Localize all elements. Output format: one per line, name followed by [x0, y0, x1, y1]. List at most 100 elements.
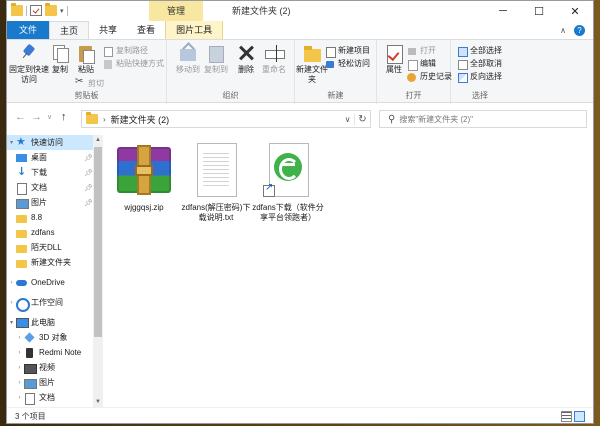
cut-button[interactable]: 剪切 [75, 76, 104, 89]
scroll-up-icon[interactable]: ▲ [93, 137, 103, 143]
nav-documents-pc[interactable]: › 文档 [7, 390, 103, 405]
manage-context-header: 管理 [149, 1, 203, 21]
nav-pictures[interactable]: 图片 📌︎ [7, 195, 103, 210]
select-none-button[interactable]: 全部取消 [457, 58, 502, 70]
nav-downloads[interactable]: 下载 📌︎ [7, 165, 103, 180]
maximize-button[interactable]: ☐ [521, 1, 557, 21]
nav-pictures-pc[interactable]: › 图片 [7, 375, 103, 390]
star-icon [16, 135, 27, 148]
easy-access-button[interactable]: 轻松访问 [325, 58, 370, 69]
address-bar[interactable]: › 新建文件夹 (2) ∨ ↻ [81, 110, 371, 128]
folder-icon [16, 243, 27, 253]
up-button[interactable]: ↑ [61, 111, 67, 123]
organize-group: 移动到 复制到 删除 重命名 组织 [167, 40, 295, 104]
tab-file[interactable]: 文件 [7, 21, 50, 39]
expand-arrow-icon[interactable]: › [15, 395, 24, 401]
open-button[interactable]: 打开 [407, 45, 436, 56]
refresh-icon[interactable]: ↻ [354, 113, 370, 125]
close-button[interactable]: ✕ [557, 1, 593, 21]
tab-picture-tools[interactable]: 图片工具 [165, 21, 224, 39]
minimize-button[interactable]: ─ [485, 1, 521, 21]
history-button[interactable]: 历史记录 [407, 71, 452, 82]
paste-shortcut-button[interactable]: 粘贴快捷方式 [103, 58, 164, 69]
breadcrumb[interactable]: 新建文件夹 (2) [111, 113, 170, 126]
ribbon-tabs: 文件 主页 共享 查看 图片工具 ∧ ? [7, 21, 593, 39]
nav-videos[interactable]: › 视频 [7, 360, 103, 375]
shortcut-arrow-icon [263, 183, 275, 197]
expand-arrow-icon[interactable]: › [15, 365, 24, 371]
move-to-icon [178, 43, 198, 63]
pin-icon [19, 43, 39, 63]
nav-onedrive[interactable]: › OneDrive [7, 275, 103, 290]
nav-workspace[interactable]: › 工作空间 [7, 295, 103, 312]
search-icon: ⚲ [388, 113, 396, 125]
copy-path-button[interactable]: 复制路径 [103, 45, 148, 57]
copy-to-button[interactable]: 复制到 [199, 43, 233, 75]
new-item-button[interactable]: 新建项目 [325, 45, 370, 58]
folder-icon [16, 258, 27, 268]
address-dropdown-icon[interactable]: ∨ [340, 114, 354, 124]
nav-folder-8-8[interactable]: 8.8 [7, 210, 103, 225]
large-icons-view-icon[interactable] [574, 411, 585, 422]
new-folder-qat-icon[interactable] [45, 3, 57, 16]
nav-quick-access[interactable]: ▾ 快速访问 [7, 135, 103, 150]
properties-icon [384, 43, 404, 64]
edit-icon [407, 59, 418, 71]
pinned-icon: 📌︎ [84, 184, 93, 192]
winrar-archive-icon [115, 141, 173, 199]
workspace-icon [16, 297, 30, 312]
invert-selection-button[interactable]: 反向选择 [457, 71, 502, 83]
nav-desktop[interactable]: 桌面 📌︎ [7, 150, 103, 165]
properties-button[interactable]: 属性 [377, 43, 411, 75]
select-all-icon [457, 46, 468, 57]
tab-share[interactable]: 共享 [89, 21, 127, 39]
window-title: 新建文件夹 (2) [232, 6, 291, 16]
help-icon[interactable]: ? [574, 24, 585, 36]
paste-shortcut-icon [103, 59, 113, 69]
nav-redmi-note[interactable]: › Redmi Note [7, 345, 103, 360]
collapse-arrow-icon[interactable]: ▾ [7, 319, 16, 326]
expand-arrow-icon[interactable]: › [15, 350, 24, 356]
expand-arrow-icon[interactable]: › [15, 380, 24, 386]
collapse-ribbon-icon[interactable]: ∧ [560, 26, 566, 35]
expand-arrow-icon[interactable]: › [7, 280, 16, 286]
expand-arrow-icon[interactable]: › [15, 335, 24, 341]
nav-folder-zdfans[interactable]: zdfans [7, 225, 103, 240]
nav-this-pc[interactable]: ▾ 此电脑 [7, 315, 103, 330]
paste-button[interactable]: 粘贴 [69, 43, 103, 75]
nav-3d-objects[interactable]: › 3D 对象 [7, 330, 103, 345]
file-item[interactable]: zdfans(解压密码)下载说明.txt [179, 141, 253, 223]
tab-home[interactable]: 主页 [49, 21, 90, 39]
nav-scrollbar[interactable]: ▲ ▼ [93, 135, 103, 407]
file-item[interactable]: zdfans下载（软件分享平台领跑者） [251, 141, 325, 223]
scrollbar-thumb[interactable] [94, 147, 102, 337]
easy-access-icon [325, 59, 335, 69]
edit-button[interactable]: 编辑 [407, 58, 436, 71]
file-item[interactable]: wjggqsj.zip [107, 141, 181, 213]
details-view-icon[interactable] [561, 411, 572, 422]
qat-dropdown-icon[interactable]: ▾ [60, 7, 64, 15]
tab-view[interactable]: 查看 [127, 21, 165, 39]
search-box[interactable]: ⚲ [379, 110, 587, 128]
new-group-label: 新建 [327, 91, 344, 100]
forward-button[interactable]: → [31, 111, 42, 123]
rename-button[interactable]: 重命名 [257, 43, 291, 75]
nav-folder-new[interactable]: 新建文件夹 [7, 255, 103, 270]
collapse-arrow-icon[interactable]: ▾ [7, 139, 16, 146]
nav-documents[interactable]: 文档 📌︎ [7, 180, 103, 195]
scroll-down-icon[interactable]: ▼ [93, 399, 103, 405]
select-group-label: 选择 [472, 91, 488, 100]
new-folder-button[interactable]: 新建文件夹 [295, 43, 329, 85]
back-button[interactable]: ← [15, 111, 26, 123]
breadcrumb-separator-icon[interactable]: › [103, 115, 106, 124]
nav-folder-dll[interactable]: 陌天DLL [7, 240, 103, 255]
navigation-pane: ▾ 快速访问 桌面 📌︎ 下载 📌︎ 文档 📌︎ 图片 📌︎ [7, 135, 103, 407]
organize-group-label: 组织 [222, 91, 239, 100]
recent-locations-button[interactable]: ∨ [47, 113, 52, 121]
copy-icon [50, 43, 70, 63]
search-input[interactable] [399, 114, 570, 124]
desktop-icon [16, 153, 27, 163]
select-all-button[interactable]: 全部选择 [457, 45, 502, 57]
properties-qat-icon[interactable] [30, 5, 42, 16]
expand-arrow-icon[interactable]: › [7, 300, 16, 306]
